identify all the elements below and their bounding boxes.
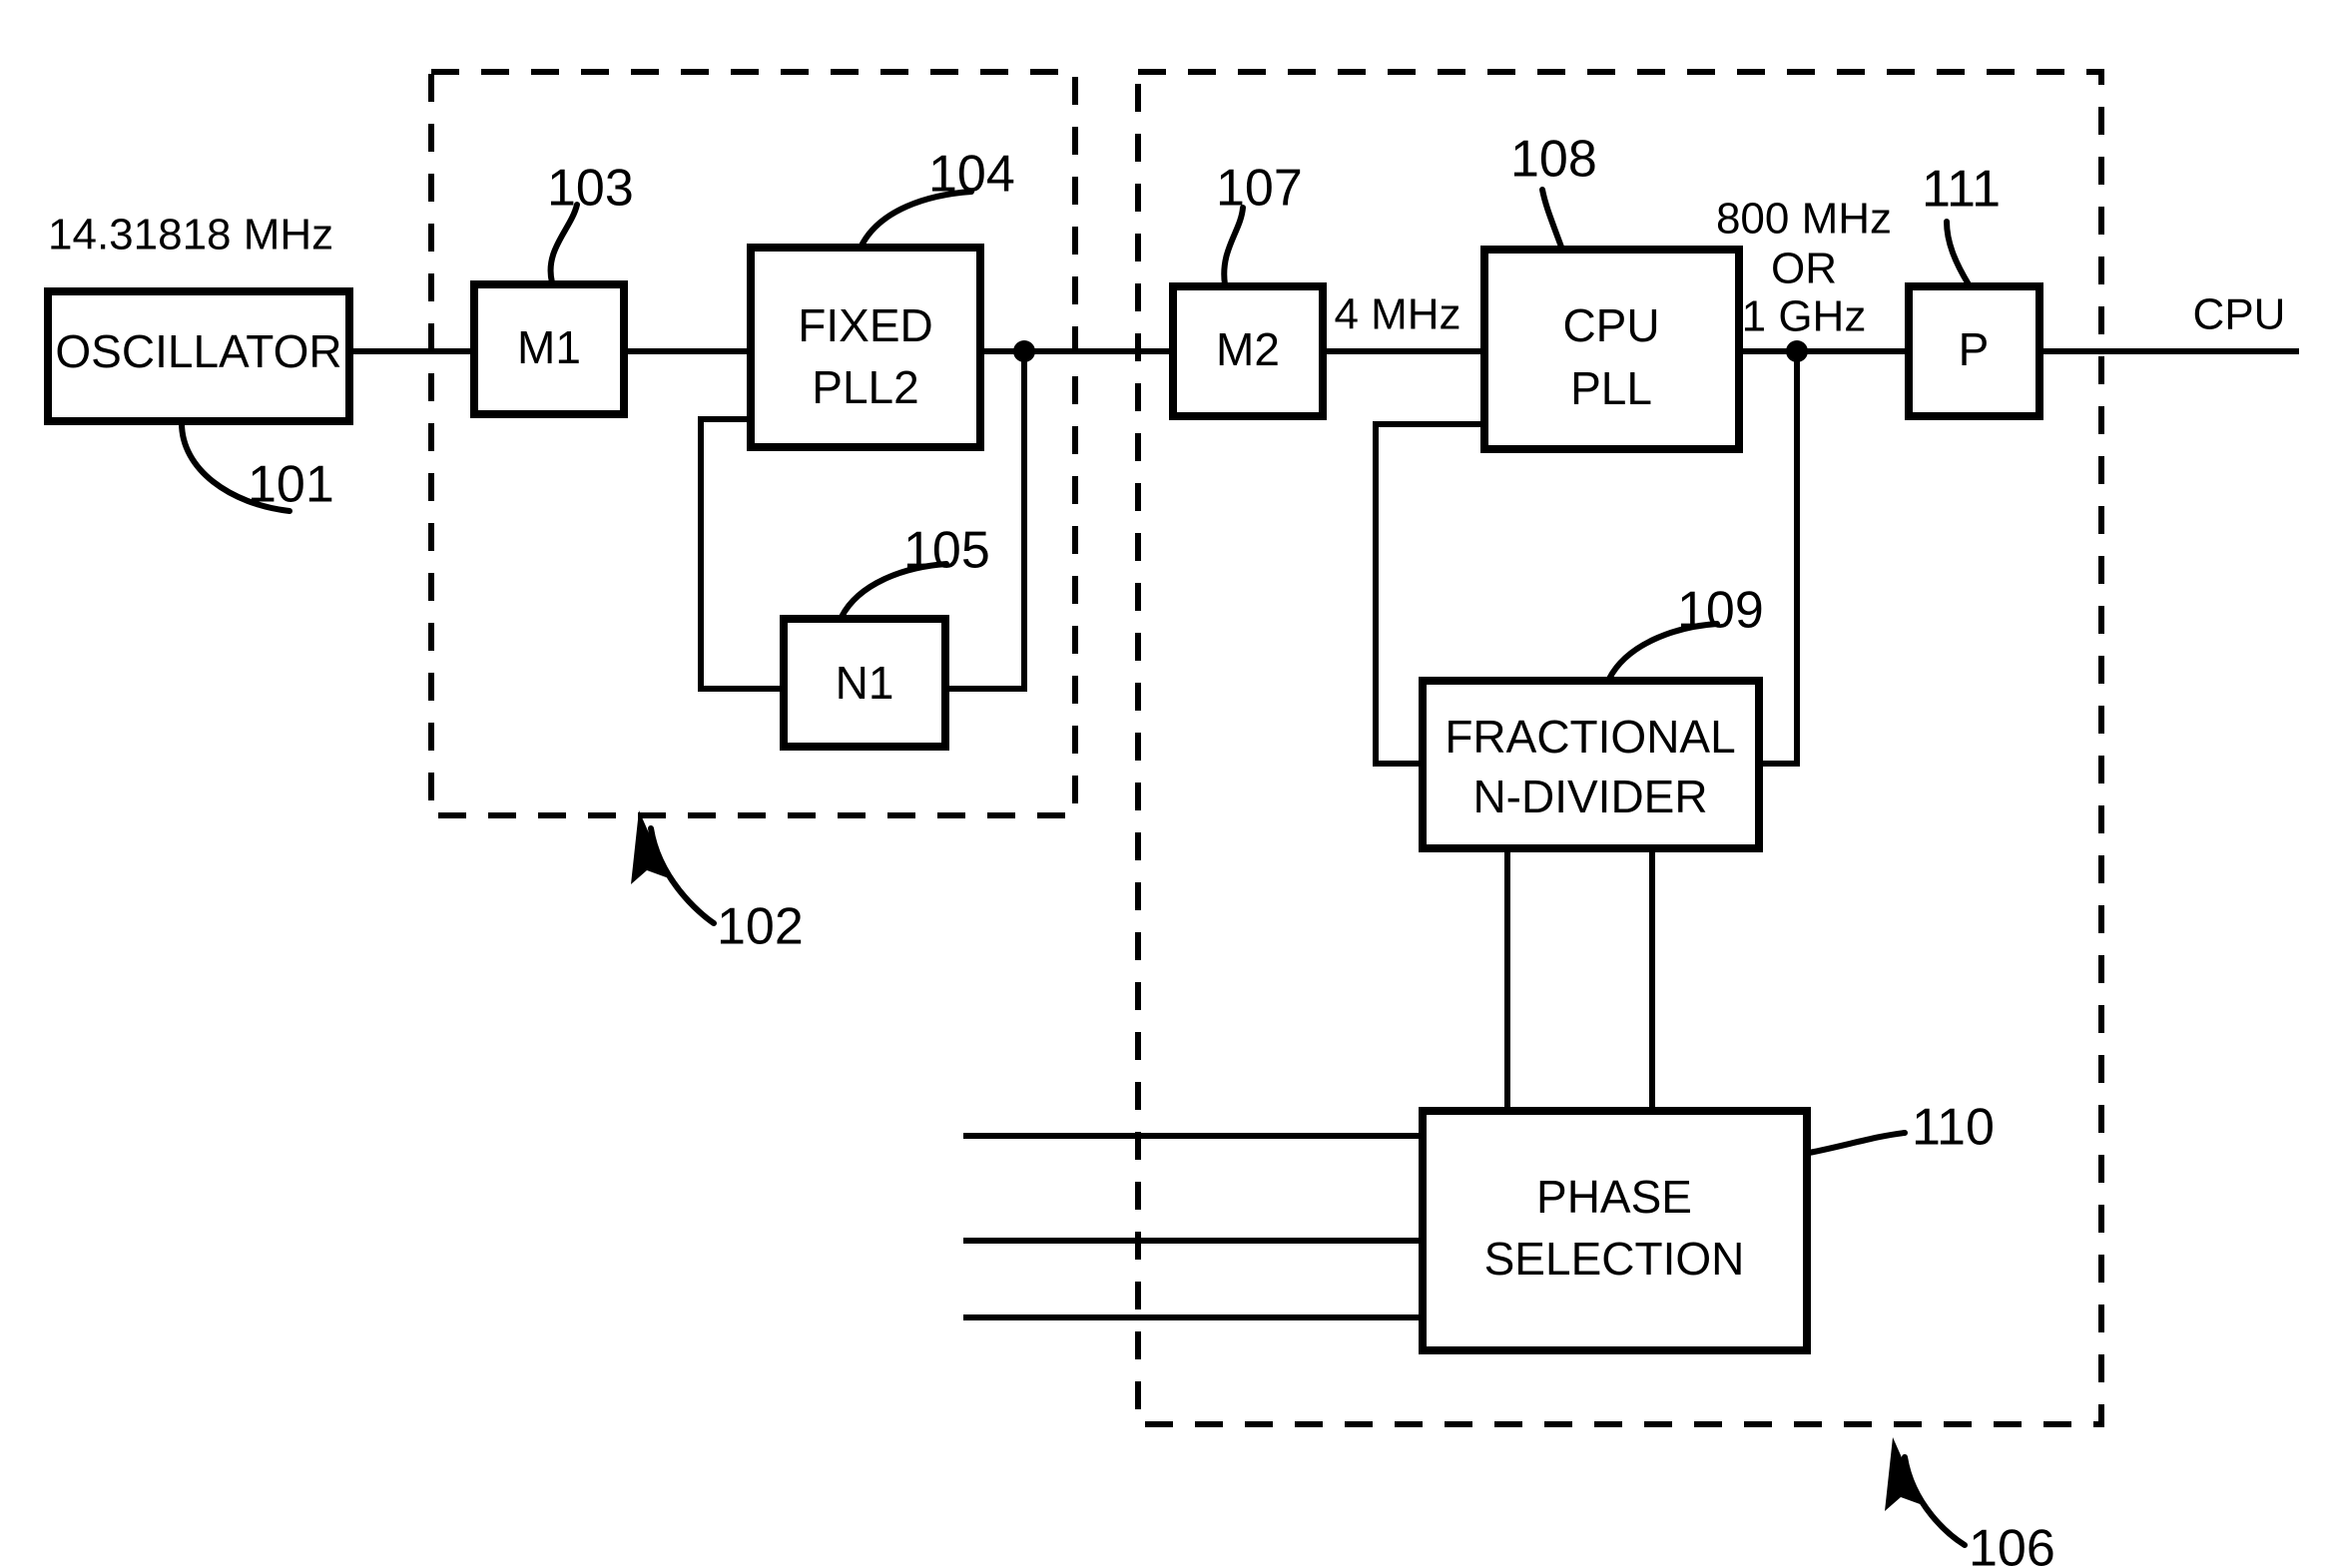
ref-numeral-107: 107 bbox=[1216, 160, 1303, 218]
signal-label-cpupll-output-line2: OR bbox=[1771, 245, 1837, 293]
block-phase-selection-label-line1: PHASE bbox=[1536, 1171, 1692, 1223]
arrowhead-ref-102 bbox=[631, 810, 669, 884]
wire-n1-to-fixedpll2-input bbox=[698, 416, 787, 692]
signal-label-oscillator-frequency: 14.31818 MHz bbox=[48, 211, 333, 260]
ref-numeral-109: 109 bbox=[1677, 582, 1764, 640]
signal-label-cpupll-output-line1: 800 MHz bbox=[1716, 195, 1892, 244]
block-cpu-pll-label-line1: CPU bbox=[1562, 299, 1659, 351]
leader-ref-107 bbox=[1221, 205, 1246, 287]
leader-ref-111 bbox=[1944, 219, 1972, 287]
block-fractional-n-divider-label-line2: N-DIVIDER bbox=[1472, 771, 1707, 822]
block-m2-label: M2 bbox=[1216, 323, 1280, 375]
block-fractional-n-divider[interactable] bbox=[1419, 677, 1763, 852]
leader-ref-108 bbox=[1539, 187, 1565, 253]
ref-numeral-106: 106 bbox=[1969, 1520, 2055, 1568]
leader-ref-110 bbox=[1806, 1130, 1908, 1156]
block-diagram-canvas: OSCILLATOR M1 FIXED PLL2 N1 M2 CPU PLL F… bbox=[44, 69, 2299, 1568]
ref-numeral-105: 105 bbox=[903, 522, 990, 580]
signal-label-cpu-output: CPU bbox=[2193, 290, 2286, 339]
block-phase-selection-label-line2: SELECTION bbox=[1484, 1233, 1745, 1285]
block-fractional-n-divider-label-line1: FRACTIONAL bbox=[1445, 711, 1735, 763]
wire-cpupll-output-to-ndivider bbox=[1756, 348, 1800, 767]
signal-label-cpupll-output-line3: 1 GHz bbox=[1742, 292, 1867, 341]
ref-numeral-108: 108 bbox=[1510, 131, 1597, 189]
arrowhead-ref-106 bbox=[1885, 1437, 1923, 1511]
block-p-divider-label: P bbox=[1959, 323, 1990, 375]
block-m1-label: M1 bbox=[517, 321, 581, 373]
block-phase-selection[interactable] bbox=[1419, 1107, 1811, 1354]
block-n1-label: N1 bbox=[836, 657, 894, 709]
leader-ref-102 bbox=[648, 825, 717, 926]
figure-root: OSCILLATOR M1 FIXED PLL2 N1 M2 CPU PLL F… bbox=[0, 0, 2326, 1568]
block-fixed-pll2-label-line1: FIXED bbox=[798, 299, 932, 351]
ref-numeral-102: 102 bbox=[717, 898, 804, 956]
signal-label-m2-output-frequency: 4 MHz bbox=[1334, 290, 1460, 339]
ref-numeral-101: 101 bbox=[248, 456, 334, 514]
ref-numeral-110: 110 bbox=[1912, 1099, 1995, 1157]
block-oscillator-label: OSCILLATOR bbox=[55, 325, 341, 377]
ref-numeral-103: 103 bbox=[547, 160, 634, 218]
block-fixed-pll2-label-line2: PLL2 bbox=[812, 361, 918, 413]
ref-numeral-111: 111 bbox=[1922, 161, 2001, 219]
ref-numeral-104: 104 bbox=[928, 146, 1015, 204]
block-cpu-pll-label-line2: PLL bbox=[1570, 362, 1652, 414]
